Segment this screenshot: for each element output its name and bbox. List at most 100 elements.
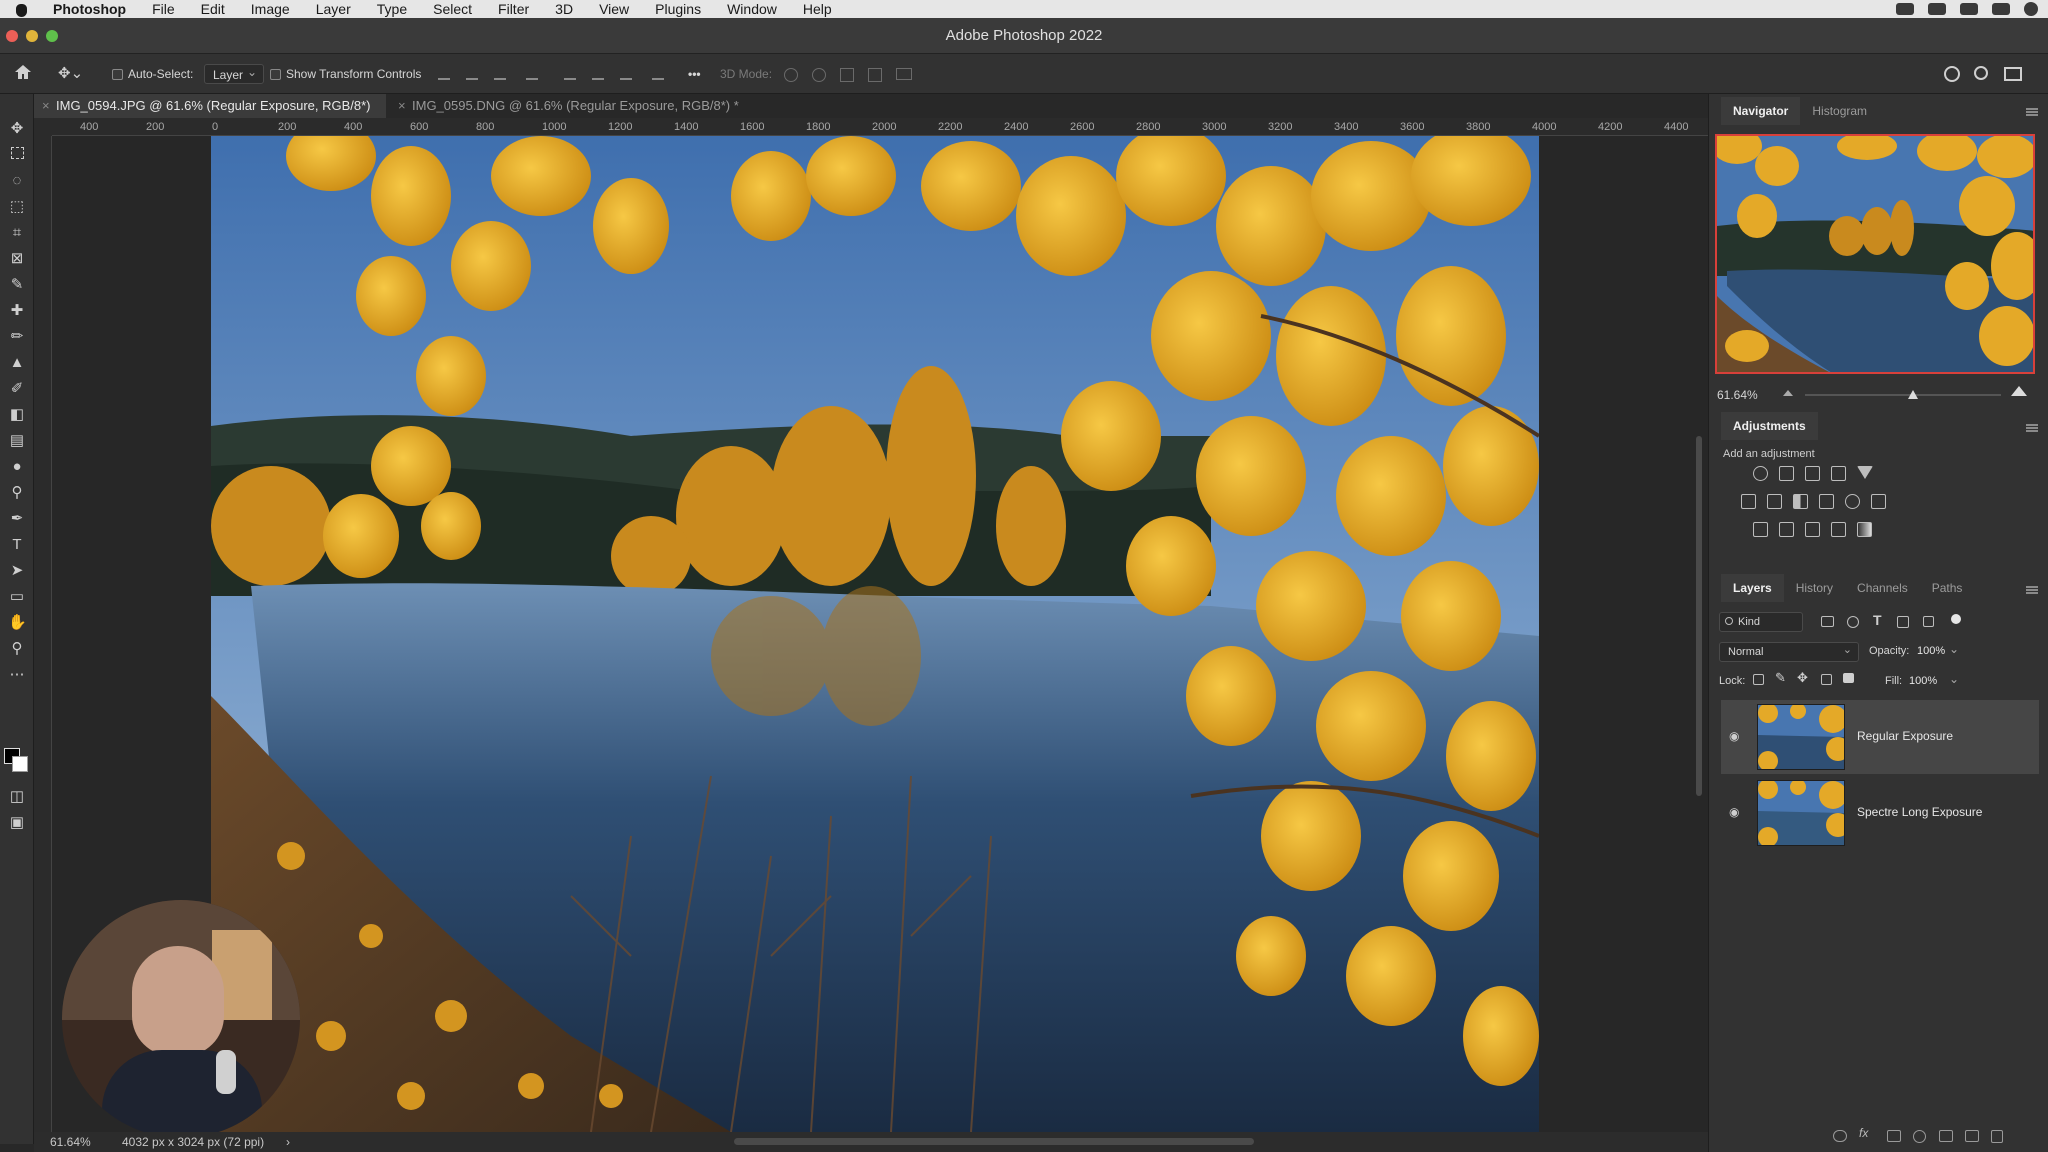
menu-edit[interactable]: Edit — [188, 0, 238, 18]
lock-image-icon[interactable]: ✎ — [1775, 670, 1786, 686]
vertical-scroll-thumb[interactable] — [1696, 436, 1702, 796]
rectangle-tool-icon[interactable]: ▭ — [8, 588, 26, 606]
search-icon[interactable] — [1974, 66, 1988, 80]
menu-app-name[interactable]: Photoshop — [40, 0, 139, 18]
gradient-tool-icon[interactable]: ▤ — [8, 432, 26, 450]
fill-field[interactable]: 100% — [1909, 675, 1937, 687]
pen-tool-icon[interactable]: ✒ — [8, 510, 26, 528]
adjustments-panel-menu-icon[interactable] — [2026, 424, 2038, 432]
add-mask-icon[interactable] — [1887, 1130, 1901, 1142]
type-tool-icon[interactable]: T — [8, 536, 26, 554]
crop-tool-icon[interactable]: ⌗ — [8, 224, 26, 242]
lock-transparent-icon[interactable] — [1753, 674, 1764, 685]
hue-saturation-icon[interactable] — [1741, 494, 1756, 509]
show-transform-checkbox[interactable]: Show Transform Controls — [270, 64, 421, 84]
status-zoom[interactable]: 61.64% — [50, 1135, 91, 1149]
delete-layer-icon[interactable] — [1991, 1130, 2003, 1143]
levels-icon[interactable] — [1779, 466, 1794, 481]
threshold-icon[interactable] — [1805, 522, 1820, 537]
close-tab-icon[interactable]: × — [398, 94, 406, 118]
navigator-zoom-value[interactable]: 61.64% — [1717, 388, 1758, 402]
new-adjustment-layer-icon[interactable] — [1913, 1130, 1926, 1143]
filter-type-icon[interactable]: T — [1873, 612, 1882, 628]
filter-adjustment-icon[interactable] — [1847, 616, 1859, 628]
layer-row[interactable]: ◉ Spectre Long Exposure — [1721, 776, 2039, 850]
align-right-icon[interactable] — [494, 68, 506, 80]
layer-name[interactable]: Spectre Long Exposure — [1857, 805, 1982, 819]
visibility-eye-icon[interactable]: ◉ — [1729, 730, 1747, 742]
history-brush-tool-icon[interactable]: ✐ — [8, 380, 26, 398]
screen-mode-icon[interactable]: ▣ — [8, 814, 26, 832]
align-bottom-icon[interactable] — [620, 68, 632, 80]
screen-record-icon[interactable] — [1928, 3, 1946, 15]
document-tab[interactable]: × IMG_0595.DNG @ 61.6% (Regular Exposure… — [390, 94, 770, 118]
menu-plugins[interactable]: Plugins — [642, 0, 714, 18]
workspace-icon[interactable] — [2004, 67, 2022, 81]
tab-history[interactable]: History — [1784, 574, 1845, 602]
menu-3d[interactable]: 3D — [542, 0, 586, 18]
navigator-preview[interactable] — [1715, 134, 2035, 374]
hand-tool-icon[interactable]: ✋ — [8, 614, 27, 632]
fill-chevron-icon[interactable]: ⌄ — [1949, 672, 1959, 686]
menu-window[interactable]: Window — [714, 0, 790, 18]
dodge-tool-icon[interactable]: ⚲ — [8, 484, 26, 502]
clone-stamp-tool-icon[interactable]: ▲ — [8, 354, 26, 372]
opacity-chevron-icon[interactable]: ⌄ — [1949, 642, 1959, 656]
auto-select-dropdown[interactable]: Layer — [204, 62, 265, 84]
filter-smart-object-icon[interactable] — [1923, 616, 1934, 627]
creative-cloud-icon[interactable] — [1896, 3, 1914, 15]
3d-orbit-icon[interactable] — [784, 68, 798, 82]
vibrance-icon[interactable] — [1857, 466, 1873, 479]
vertical-ruler[interactable] — [34, 136, 52, 1132]
move-tool-preset-icon[interactable]: ✥⌄ — [58, 64, 88, 82]
more-options-icon[interactable]: ••• — [688, 64, 701, 84]
filter-shape-icon[interactable] — [1897, 616, 1909, 628]
background-color-swatch[interactable] — [12, 756, 28, 772]
navigator-zoom-thumb[interactable] — [1907, 390, 1918, 399]
posterize-icon[interactable] — [1779, 522, 1794, 537]
exposure-icon[interactable] — [1831, 466, 1846, 481]
tab-paths[interactable]: Paths — [1920, 574, 1975, 602]
ruler-origin[interactable] — [34, 118, 52, 136]
lasso-tool-icon[interactable]: ◌ — [8, 172, 26, 190]
home-icon[interactable] — [14, 64, 32, 80]
color-balance-icon[interactable] — [1767, 494, 1782, 509]
filter-toggle-icon[interactable] — [1951, 614, 1961, 624]
3d-roll-icon[interactable] — [812, 68, 826, 82]
control-center-icon[interactable] — [1992, 3, 2010, 15]
vertical-scrollbar[interactable] — [1690, 136, 1708, 1132]
filter-pixel-icon[interactable] — [1821, 616, 1834, 627]
status-menu-arrow[interactable]: › — [286, 1135, 290, 1149]
frame-tool-icon[interactable]: ⊠ — [8, 250, 26, 268]
menu-help[interactable]: Help — [790, 0, 845, 18]
zoom-out-icon[interactable] — [1783, 390, 1793, 396]
curves-icon[interactable] — [1805, 466, 1820, 481]
layers-panel-menu-icon[interactable] — [2026, 586, 2038, 594]
tab-layers[interactable]: Layers — [1721, 574, 1784, 602]
close-tab-icon[interactable]: × — [42, 94, 50, 118]
eraser-tool-icon[interactable]: ◧ — [8, 406, 26, 424]
clock-icon[interactable] — [2024, 2, 2038, 16]
document-tab-active[interactable]: × IMG_0594.JPG @ 61.6% (Regular Exposure… — [34, 94, 386, 137]
color-lookup-icon[interactable] — [1871, 494, 1886, 509]
align-center-icon[interactable] — [466, 68, 478, 80]
blur-tool-icon[interactable]: ● — [8, 458, 26, 476]
channel-mixer-icon[interactable] — [1845, 494, 1860, 509]
brightness-contrast-icon[interactable] — [1753, 466, 1768, 481]
gradient-map-icon[interactable] — [1857, 522, 1872, 537]
healing-brush-tool-icon[interactable]: ✚ — [8, 302, 26, 320]
horizontal-scroll-thumb[interactable] — [734, 1138, 1254, 1145]
distribute-vertical-icon[interactable] — [652, 68, 664, 80]
layer-row[interactable]: ◉ Regular Exposure — [1721, 700, 2039, 774]
visibility-eye-icon[interactable]: ◉ — [1729, 806, 1747, 818]
menu-filter[interactable]: Filter — [485, 0, 542, 18]
new-layer-icon[interactable] — [1965, 1130, 1979, 1142]
auto-select-checkbox[interactable]: Auto-Select: — [112, 64, 193, 84]
layer-kind-filter[interactable]: Kind — [1719, 612, 1803, 632]
zoom-tool-icon[interactable]: ⚲ — [8, 640, 26, 658]
menu-image[interactable]: Image — [238, 0, 303, 18]
move-tool-icon[interactable]: ✥ — [8, 120, 26, 138]
blend-mode-dropdown[interactable]: Normal ⌄ — [1719, 642, 1859, 662]
3d-camera-icon[interactable] — [896, 68, 912, 80]
navigator-zoom-slider[interactable] — [1805, 390, 2001, 399]
